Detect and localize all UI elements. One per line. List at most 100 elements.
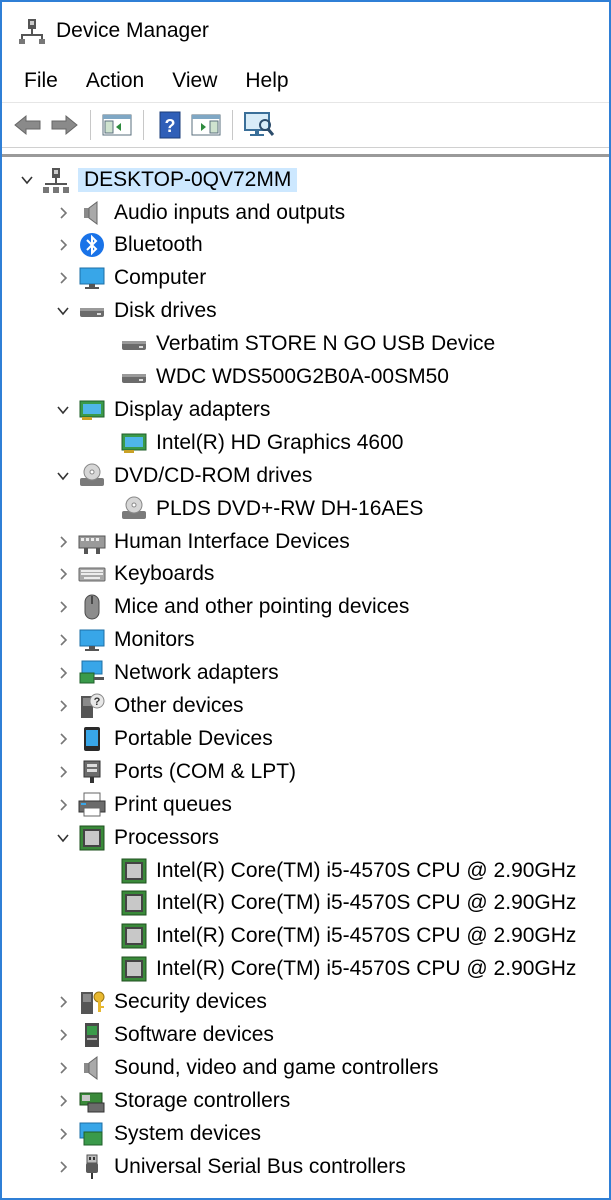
speaker-icon xyxy=(78,1054,106,1082)
toolbar-separator xyxy=(232,110,233,140)
chevron-down-icon[interactable] xyxy=(52,465,74,487)
display-adapter-icon xyxy=(120,429,148,457)
title-bar: Device Manager xyxy=(2,2,609,60)
printer-icon xyxy=(78,791,106,819)
system-device-icon xyxy=(78,1120,106,1148)
device-label: Intel(R) Core(TM) i5-4570S CPU @ 2.90GHz xyxy=(156,891,577,915)
chevron-right-icon[interactable] xyxy=(52,563,74,585)
port-icon xyxy=(78,758,106,786)
disk-drive-icon xyxy=(120,330,148,358)
chevron-right-icon[interactable] xyxy=(52,596,74,618)
tree-device[interactable]: Intel(R) Core(TM) i5-4570S CPU @ 2.90GHz xyxy=(2,887,609,920)
forward-button[interactable] xyxy=(46,108,82,142)
chevron-right-icon[interactable] xyxy=(52,794,74,816)
tree-category[interactable]: Network adapters xyxy=(2,657,609,690)
chevron-right-icon[interactable] xyxy=(52,1123,74,1145)
chevron-down-icon[interactable] xyxy=(52,399,74,421)
chevron-right-icon[interactable] xyxy=(52,991,74,1013)
properties-button[interactable] xyxy=(188,108,224,142)
menu-bar: File Action View Help xyxy=(2,60,609,102)
back-arrow-icon xyxy=(14,114,41,136)
tree-category[interactable]: Keyboards xyxy=(2,558,609,591)
chevron-right-icon[interactable] xyxy=(52,761,74,783)
chevron-down-icon[interactable] xyxy=(52,827,74,849)
tree-category[interactable]: Sound, video and game controllers xyxy=(2,1051,609,1084)
chevron-right-icon[interactable] xyxy=(52,202,74,224)
toolbar: ? xyxy=(2,102,609,148)
bluetooth-icon xyxy=(78,231,106,259)
menu-action[interactable]: Action xyxy=(72,65,158,97)
menu-file[interactable]: File xyxy=(10,65,72,97)
chevron-right-icon[interactable] xyxy=(52,728,74,750)
chevron-right-icon[interactable] xyxy=(52,267,74,289)
other-device-icon: ? xyxy=(78,692,106,720)
device-tree: DESKTOP-0QV72MM Audio inputs and outputs… xyxy=(2,154,609,1198)
tree-category[interactable]: Disk drives xyxy=(2,295,609,328)
category-label: Sound, video and game controllers xyxy=(114,1055,439,1079)
category-label: Audio inputs and outputs xyxy=(114,200,346,224)
back-button[interactable] xyxy=(10,108,46,142)
chevron-right-icon[interactable] xyxy=(52,1156,74,1178)
tree-device[interactable]: Verbatim STORE N GO USB Device xyxy=(2,328,609,361)
tree-category[interactable]: Monitors xyxy=(2,624,609,657)
tree-category[interactable]: Mice and other pointing devices xyxy=(2,591,609,624)
chevron-right-icon[interactable] xyxy=(52,695,74,717)
tree-category[interactable]: DVD/CD-ROM drives xyxy=(2,459,609,492)
tree-category[interactable]: Print queues xyxy=(2,788,609,821)
optical-drive-icon xyxy=(120,495,148,523)
category-label: Disk drives xyxy=(114,299,217,323)
tree-category[interactable]: Human Interface Devices xyxy=(2,525,609,558)
show-hide-console-tree-button[interactable] xyxy=(99,108,135,142)
tree-device[interactable]: Intel(R) Core(TM) i5-4570S CPU @ 2.90GHz xyxy=(2,953,609,986)
tree-category[interactable]: Bluetooth xyxy=(2,229,609,262)
category-label: System devices xyxy=(114,1121,262,1145)
tree-category[interactable]: Computer xyxy=(2,262,609,295)
tree-category[interactable]: Audio inputs and outputs xyxy=(2,196,609,229)
chevron-right-icon[interactable] xyxy=(52,1057,74,1079)
keyboard-icon xyxy=(78,560,106,588)
tree-device[interactable]: Intel(R) Core(TM) i5-4570S CPU @ 2.90GHz xyxy=(2,854,609,887)
chevron-right-icon[interactable] xyxy=(52,1024,74,1046)
device-label: PLDS DVD+-RW DH-16AES xyxy=(156,496,424,520)
tree-device[interactable]: WDC WDS500G2B0A-00SM50 xyxy=(2,361,609,394)
tree-category[interactable]: Portable Devices xyxy=(2,722,609,755)
chevron-right-icon[interactable] xyxy=(52,234,74,256)
toolbar-separator xyxy=(90,110,91,140)
processor-icon xyxy=(120,857,148,885)
tree-category[interactable]: Processors xyxy=(2,821,609,854)
category-label: Mice and other pointing devices xyxy=(114,595,410,619)
tree-category[interactable]: Universal Serial Bus controllers xyxy=(2,1150,609,1183)
hid-icon xyxy=(78,528,106,556)
tree-category[interactable]: System devices xyxy=(2,1117,609,1150)
device-label: Intel(R) Core(TM) i5-4570S CPU @ 2.90GHz xyxy=(156,957,577,981)
category-label: DVD/CD-ROM drives xyxy=(114,463,313,487)
tree-root[interactable]: DESKTOP-0QV72MM xyxy=(2,163,609,196)
chevron-right-icon[interactable] xyxy=(52,662,74,684)
chevron-right-icon[interactable] xyxy=(52,1090,74,1112)
forward-arrow-icon xyxy=(51,114,78,136)
scan-for-hardware-changes-button[interactable] xyxy=(241,108,277,142)
chevron-right-icon[interactable] xyxy=(52,531,74,553)
tree-category[interactable]: Storage controllers xyxy=(2,1084,609,1117)
menu-view[interactable]: View xyxy=(158,65,231,97)
security-device-icon xyxy=(78,988,106,1016)
category-label: Security devices xyxy=(114,990,267,1014)
tree-category[interactable]: Software devices xyxy=(2,1019,609,1052)
tree-category[interactable]: ? Other devices xyxy=(2,690,609,723)
tree-device[interactable]: Intel(R) HD Graphics 4600 xyxy=(2,426,609,459)
device-label: Verbatim STORE N GO USB Device xyxy=(156,332,496,356)
menu-help[interactable]: Help xyxy=(231,65,302,97)
chevron-down-icon[interactable] xyxy=(52,300,74,322)
mouse-icon xyxy=(78,593,106,621)
toolbar-separator xyxy=(143,110,144,140)
chevron-down-icon[interactable] xyxy=(16,169,38,191)
tree-category[interactable]: Security devices xyxy=(2,986,609,1019)
chevron-right-icon[interactable] xyxy=(52,629,74,651)
tree-category[interactable]: Ports (COM & LPT) xyxy=(2,755,609,788)
network-icon xyxy=(78,659,106,687)
tree-device[interactable]: PLDS DVD+-RW DH-16AES xyxy=(2,492,609,525)
portable-device-icon xyxy=(78,725,106,753)
help-button[interactable]: ? xyxy=(152,108,188,142)
tree-device[interactable]: Intel(R) Core(TM) i5-4570S CPU @ 2.90GHz xyxy=(2,920,609,953)
tree-category[interactable]: Display adapters xyxy=(2,393,609,426)
